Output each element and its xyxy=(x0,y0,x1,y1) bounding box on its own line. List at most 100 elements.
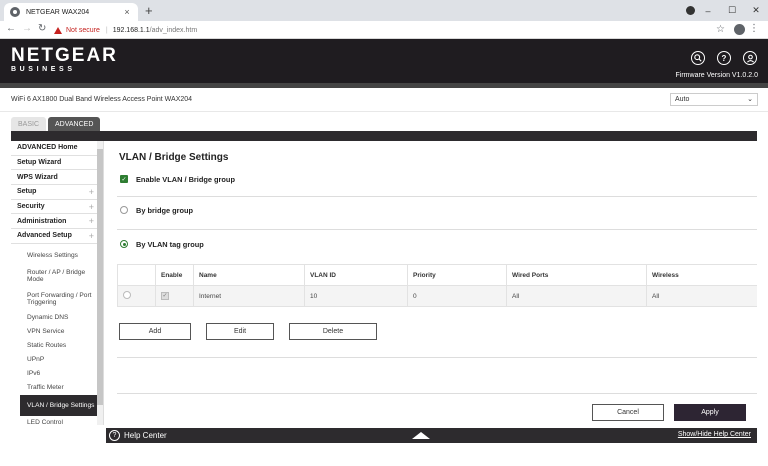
minimize-icon[interactable]: – xyxy=(696,6,720,16)
browser-tabbar: NETGEAR WAX204 × + – ☐ ✕ xyxy=(0,0,768,21)
sidebar-item-advanced-setup[interactable]: Advanced Setup + xyxy=(11,229,97,244)
help-circle-icon: ? xyxy=(109,430,120,441)
sidebar: ADVANCED Home Setup Wizard WPS Wizard Se… xyxy=(11,141,104,425)
tab-advanced[interactable]: ADVANCED xyxy=(48,117,101,131)
column-header-wireless: Wireless xyxy=(646,264,757,286)
expand-icon[interactable]: + xyxy=(89,202,94,212)
bridge-group-radio[interactable] xyxy=(120,206,128,214)
help-center-bar: ? Help Center Show/Hide Help Center xyxy=(106,428,757,443)
edit-button[interactable]: Edit xyxy=(206,323,274,340)
expand-icon[interactable]: + xyxy=(89,187,94,197)
row-enable-checkbox[interactable]: ✓ xyxy=(161,292,169,300)
column-header-vlan-id: VLAN ID xyxy=(304,264,408,286)
close-window-icon[interactable]: ✕ xyxy=(744,5,768,16)
forward-icon[interactable]: → xyxy=(22,23,32,34)
vlan-tag-group-label: By VLAN tag group xyxy=(136,240,204,249)
row-wired-ports: All xyxy=(506,285,647,307)
expand-up-icon[interactable] xyxy=(412,432,430,439)
tab-basic[interactable]: BASIC xyxy=(11,117,47,131)
url-input[interactable]: Not secure | 192.168.1.1/adv_index.htm xyxy=(54,23,704,37)
sidebar-subitem-led-control[interactable]: LED Control xyxy=(11,416,97,425)
sidebar-subitem-router-ap-bridge[interactable]: Router / AP / Bridge Mode xyxy=(11,265,97,287)
enable-vlan-label: Enable VLAN / Bridge group xyxy=(136,175,235,184)
sidebar-subitem-wireless-settings[interactable]: Wireless Settings xyxy=(11,246,97,265)
expand-icon[interactable]: + xyxy=(89,216,94,226)
search-icon[interactable] xyxy=(691,51,705,65)
divider xyxy=(117,393,757,394)
column-header-priority: Priority xyxy=(407,264,507,286)
sidebar-item-administration[interactable]: Administration + xyxy=(11,214,97,230)
new-tab-icon[interactable]: + xyxy=(145,4,153,17)
sidebar-subitem-static-routes[interactable]: Static Routes xyxy=(11,339,97,353)
column-header-wired-ports: Wired Ports xyxy=(506,264,647,286)
browser-tab[interactable]: NETGEAR WAX204 × xyxy=(4,3,138,21)
sidebar-item-label: WPS Wizard xyxy=(17,173,58,181)
apply-button[interactable]: Apply xyxy=(674,404,746,421)
help-center-label: Help Center xyxy=(124,431,167,440)
language-select[interactable]: Auto ⌄ xyxy=(670,93,758,106)
expand-icon[interactable]: + xyxy=(89,231,94,241)
recording-icon xyxy=(686,6,695,15)
divider xyxy=(117,196,757,197)
column-header-select xyxy=(117,264,156,286)
browser-menu-icon[interactable]: ⋮ xyxy=(749,23,759,34)
row-enable-cell: ✓ xyxy=(155,285,194,307)
main-panel: VLAN / Bridge Settings ✓ Enable VLAN / B… xyxy=(106,141,757,428)
device-name: WiFi 6 AX1800 Dual Band Wireless Access … xyxy=(11,96,193,103)
row-select-radio[interactable] xyxy=(123,291,131,299)
vlan-tag-group-radio[interactable] xyxy=(120,240,128,248)
url-host: 192.168.1.1 xyxy=(112,26,150,34)
sidebar-subitem-vlan-bridge[interactable]: VLAN / Bridge Settings xyxy=(20,394,97,416)
sidebar-item-label: Setup xyxy=(17,188,37,196)
sidebar-subitem-port-forwarding[interactable]: Port Forwarding / Port Triggering xyxy=(11,287,97,311)
sidebar-item-setup-wizard[interactable]: Setup Wizard xyxy=(11,156,97,171)
divider xyxy=(117,229,757,230)
row-name: Internet xyxy=(193,285,305,307)
reload-icon[interactable]: ↻ xyxy=(38,23,46,34)
language-value: Auto xyxy=(675,96,690,103)
enable-vlan-checkbox[interactable]: ✓ xyxy=(120,175,128,183)
cancel-button[interactable]: Cancel xyxy=(592,404,664,421)
account-icon[interactable] xyxy=(734,24,745,35)
scrollbar-thumb[interactable] xyxy=(97,149,103,405)
favicon-icon xyxy=(10,7,20,17)
sidebar-item-label: Security xyxy=(17,203,45,211)
firmware-version: Firmware Version V1.0.2.0 xyxy=(675,72,758,79)
table-header-row: Enable Name VLAN ID Priority Wired Ports… xyxy=(117,264,757,286)
show-hide-help-link[interactable]: Show/Hide Help Center xyxy=(678,431,751,438)
sidebar-subitem-dynamic-dns[interactable]: Dynamic DNS xyxy=(11,311,97,325)
column-header-enable: Enable xyxy=(155,264,194,286)
sidebar-subitem-vpn-service[interactable]: VPN Service xyxy=(11,325,97,339)
sidebar-scrollbar[interactable] xyxy=(97,141,103,425)
sidebar-item-advanced-home[interactable]: ADVANCED Home xyxy=(11,141,97,156)
bridge-group-label: By bridge group xyxy=(136,206,194,215)
maximize-icon[interactable]: ☐ xyxy=(720,5,744,16)
sidebar-item-label: ADVANCED Home xyxy=(17,144,78,152)
user-icon[interactable] xyxy=(743,51,757,65)
back-icon[interactable]: ← xyxy=(6,23,16,34)
help-icon[interactable]: ? xyxy=(717,51,731,65)
tab-close-icon[interactable]: × xyxy=(122,7,132,17)
sidebar-item-security[interactable]: Security + xyxy=(11,200,97,215)
sidebar-item-label: Setup Wizard xyxy=(17,159,62,167)
warning-icon xyxy=(54,26,62,34)
column-header-name: Name xyxy=(193,264,305,286)
add-button[interactable]: Add xyxy=(119,323,191,340)
delete-button[interactable]: Delete xyxy=(289,323,377,340)
bookmark-star-icon[interactable]: ☆ xyxy=(716,24,725,35)
app-header: NETGEAR BUSINESS ? Firmware Version V1.0… xyxy=(0,39,768,83)
window-controls: – ☐ ✕ xyxy=(686,0,768,21)
brand-logo: NETGEAR xyxy=(11,45,118,66)
sidebar-subitem-ipv6[interactable]: IPv6 xyxy=(11,367,97,381)
sidebar-item-label: Administration xyxy=(17,217,67,225)
sidebar-item-setup[interactable]: Setup + xyxy=(11,185,97,200)
sidebar-subitem-upnp[interactable]: UPnP xyxy=(11,353,97,367)
table-row[interactable]: ✓ Internet 10 0 All All xyxy=(117,285,757,307)
page-title: VLAN / Bridge Settings xyxy=(119,152,229,163)
chevron-down-icon: ⌄ xyxy=(747,96,753,103)
row-wireless: All xyxy=(646,285,757,307)
sidebar-item-wps-wizard[interactable]: WPS Wizard xyxy=(11,170,97,186)
sidebar-subitem-traffic-meter[interactable]: Traffic Meter xyxy=(11,381,97,395)
divider xyxy=(117,357,757,358)
mode-band xyxy=(11,131,757,141)
